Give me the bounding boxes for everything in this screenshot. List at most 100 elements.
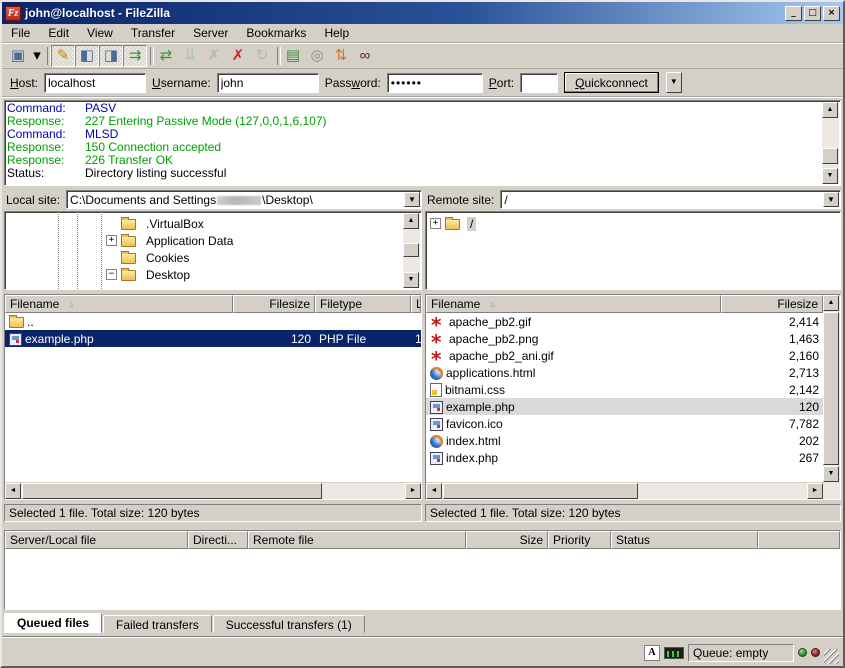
file-row[interactable]: apache_pb2_ani.gif 2,160 bbox=[426, 347, 823, 364]
username-input[interactable] bbox=[217, 73, 319, 93]
toolbar-button[interactable]: ↻ bbox=[250, 45, 274, 67]
column-header-filesize[interactable]: Filesize bbox=[721, 295, 823, 313]
close-button[interactable]: × bbox=[823, 6, 840, 21]
file-row[interactable]: index.html 202 bbox=[426, 432, 823, 449]
tree-item[interactable]: + / bbox=[426, 215, 840, 232]
scroll-right-icon[interactable]: ► bbox=[807, 483, 823, 499]
file-row[interactable]: favicon.ico 7,782 bbox=[426, 415, 823, 432]
toolbar-button[interactable]: ✎ bbox=[51, 45, 75, 67]
message-log[interactable]: Command: PASV Response: 227 Entering Pas… bbox=[4, 100, 841, 186]
menu-item[interactable]: View bbox=[78, 24, 122, 42]
local-directory-tree[interactable]: .VirtualBox + Application Data Cookies bbox=[4, 211, 422, 290]
menu-item[interactable]: Help bbox=[315, 24, 358, 42]
file-row[interactable]: bitnami.css 2,142 bbox=[426, 381, 823, 398]
menu-item[interactable]: Edit bbox=[39, 24, 78, 42]
local-hscrollbar[interactable]: ◄ ► bbox=[5, 482, 421, 499]
toolbar-button[interactable]: ⇊ bbox=[178, 45, 202, 67]
queue-tab[interactable]: Failed transfers bbox=[103, 615, 212, 633]
chevron-down-icon[interactable]: ▼ bbox=[404, 192, 420, 207]
remote-site-combo[interactable]: / ▼ bbox=[500, 190, 841, 209]
scroll-thumb[interactable] bbox=[22, 483, 322, 499]
tree-item[interactable]: Cookies bbox=[5, 249, 421, 266]
log-scrollbar[interactable]: ▲ ▼ bbox=[822, 102, 839, 184]
local-tree-scrollbar[interactable]: ▲ ▼ bbox=[403, 213, 420, 288]
scroll-left-icon[interactable]: ◄ bbox=[426, 483, 442, 499]
tree-expander[interactable]: − bbox=[106, 269, 117, 280]
toolbar-button[interactable]: ▤ bbox=[281, 45, 305, 67]
menu-item[interactable]: Server bbox=[184, 24, 237, 42]
column-header-server-local-file[interactable]: Server/Local file bbox=[5, 531, 188, 549]
menu-item[interactable]: File bbox=[2, 24, 39, 42]
toolbar-button[interactable]: ✗ bbox=[226, 45, 250, 67]
column-header-filename[interactable]: Filename▵ bbox=[5, 295, 233, 313]
tree-expander[interactable]: + bbox=[430, 218, 441, 229]
queue-tab[interactable]: Queued files bbox=[4, 613, 102, 633]
column-header-direction[interactable]: Directi... bbox=[188, 531, 248, 549]
column-header-filename[interactable]: Filename▵ bbox=[426, 295, 721, 313]
speed-limits-icon[interactable] bbox=[664, 647, 684, 659]
remote-directory-tree[interactable]: + / bbox=[425, 211, 841, 290]
minimize-button[interactable]: _ bbox=[785, 6, 802, 21]
toolbar-button[interactable]: ⇄ bbox=[154, 45, 178, 67]
toolbar-button[interactable]: ⇅ bbox=[329, 45, 353, 67]
file-row[interactable]: apache_pb2.gif 2,414 bbox=[426, 313, 823, 330]
column-header-filetype[interactable]: Filetype bbox=[315, 295, 411, 313]
local-site-combo[interactable]: C:\Documents and Settings\Desktop\ ▼ bbox=[66, 190, 422, 209]
column-header-lastmodified[interactable]: L bbox=[411, 295, 421, 313]
scroll-up-icon[interactable]: ▲ bbox=[403, 213, 419, 229]
resize-grip[interactable] bbox=[824, 649, 839, 664]
toolbar-button[interactable]: ◧ bbox=[75, 45, 99, 67]
tree-item[interactable]: .VirtualBox bbox=[5, 215, 421, 232]
password-input[interactable] bbox=[387, 73, 483, 93]
quickconnect-button[interactable]: Quickconnect bbox=[564, 72, 659, 93]
column-header-priority[interactable]: Priority bbox=[548, 531, 611, 549]
toolbar-button[interactable]: ◨ bbox=[99, 45, 123, 67]
file-row[interactable]: apache_pb2.png 1,463 bbox=[426, 330, 823, 347]
chevron-down-icon[interactable]: ▼ bbox=[823, 192, 839, 207]
queue-body[interactable] bbox=[5, 549, 840, 609]
toolbar-button[interactable]: ▣ bbox=[6, 45, 30, 67]
column-header-size[interactable]: Size bbox=[466, 531, 548, 549]
scroll-up-icon[interactable]: ▲ bbox=[822, 102, 838, 118]
scroll-thumb[interactable] bbox=[822, 148, 838, 164]
toolbar-button[interactable]: ∞ bbox=[353, 45, 377, 67]
scroll-down-icon[interactable]: ▼ bbox=[822, 168, 838, 184]
toolbar-button[interactable]: ⇉ bbox=[123, 45, 147, 67]
toolbar-button[interactable]: ▾ bbox=[30, 45, 44, 67]
tree-expander[interactable]: + bbox=[106, 235, 117, 246]
scroll-thumb[interactable] bbox=[403, 243, 419, 257]
host-input[interactable] bbox=[44, 73, 146, 93]
scroll-left-icon[interactable]: ◄ bbox=[5, 483, 21, 499]
file-row[interactable]: index.php 267 bbox=[426, 449, 823, 466]
file-row[interactable]: applications.html 2,713 bbox=[426, 364, 823, 381]
quickconnect-dropdown[interactable]: ▼ bbox=[666, 72, 682, 93]
toolbar-button[interactable] bbox=[147, 45, 154, 67]
file-row[interactable]: example.php 120 bbox=[426, 398, 823, 415]
toolbar-button[interactable]: ◎ bbox=[305, 45, 329, 67]
remote-vscrollbar[interactable]: ▲ ▼ bbox=[823, 295, 840, 499]
menu-item[interactable]: Transfer bbox=[122, 24, 184, 42]
scroll-down-icon[interactable]: ▼ bbox=[403, 272, 419, 288]
maximize-button[interactable]: □ bbox=[804, 6, 821, 21]
menu-item[interactable]: Bookmarks bbox=[237, 24, 315, 42]
tree-item[interactable]: + Application Data bbox=[5, 232, 421, 249]
toolbar-button[interactable] bbox=[44, 45, 51, 67]
scroll-down-icon[interactable]: ▼ bbox=[823, 466, 839, 482]
scroll-thumb[interactable] bbox=[823, 312, 839, 465]
toolbar-button[interactable] bbox=[274, 45, 281, 67]
scroll-thumb[interactable] bbox=[443, 483, 638, 499]
toolbar-button[interactable]: ✗ bbox=[202, 45, 226, 67]
tree-expander[interactable] bbox=[106, 218, 117, 229]
tree-expander[interactable] bbox=[106, 252, 117, 263]
column-header-remote-file[interactable]: Remote file bbox=[248, 531, 466, 549]
port-input[interactable] bbox=[520, 73, 558, 93]
column-header-filesize[interactable]: Filesize bbox=[233, 295, 315, 313]
file-row[interactable]: .. bbox=[5, 313, 421, 330]
file-row[interactable]: example.php 120 PHP File 1 bbox=[5, 330, 421, 347]
column-header-status[interactable]: Status bbox=[611, 531, 758, 549]
tree-item[interactable]: − Desktop bbox=[5, 266, 421, 283]
scroll-right-icon[interactable]: ► bbox=[405, 483, 421, 499]
title-bar[interactable]: Fz john@localhost - FileZilla _ □ × bbox=[2, 2, 843, 24]
queue-tab[interactable]: Successful transfers (1) bbox=[213, 615, 365, 633]
remote-hscrollbar[interactable]: ◄ ► bbox=[426, 482, 823, 499]
